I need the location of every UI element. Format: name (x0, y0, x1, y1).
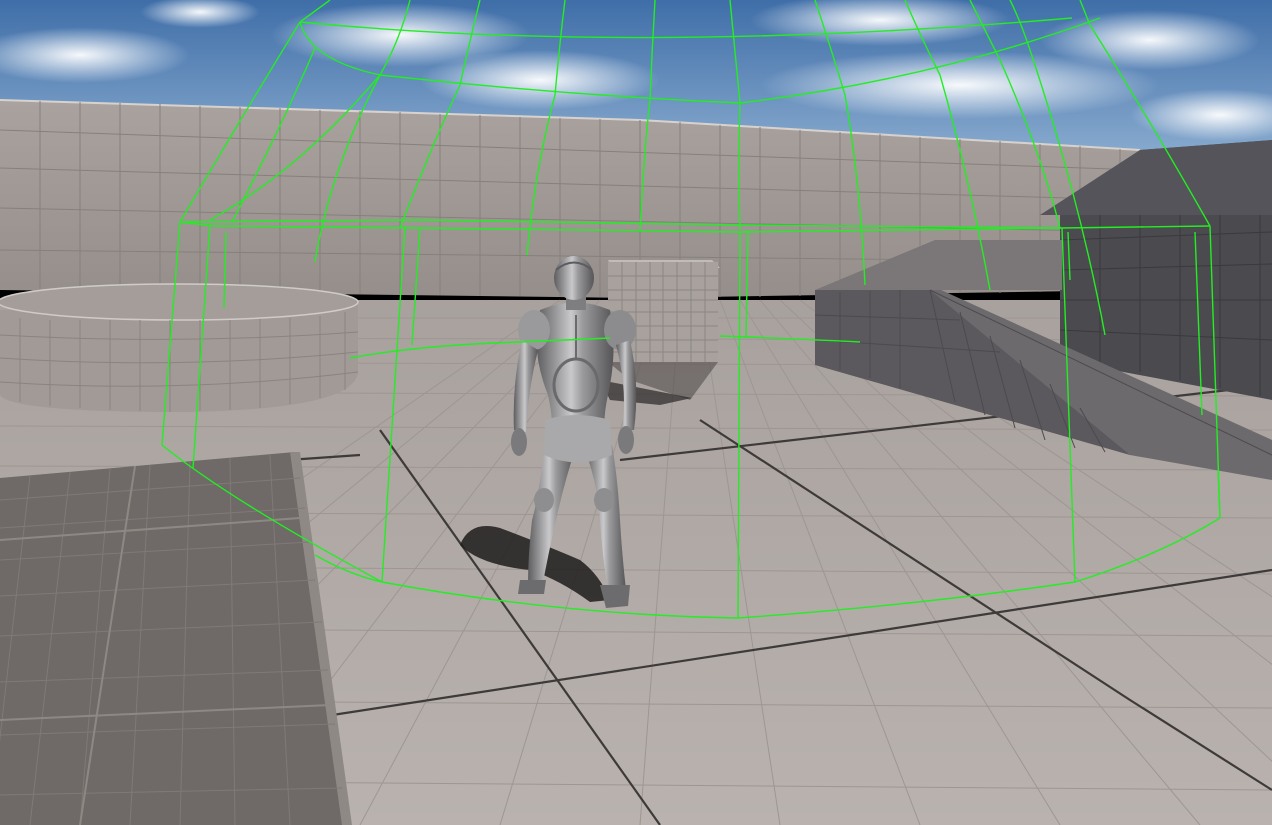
game-viewport[interactable] (0, 0, 1272, 825)
raised-floor-slab (0, 452, 352, 825)
scene-canvas (0, 0, 1272, 825)
cylinder-platform (0, 283, 359, 412)
